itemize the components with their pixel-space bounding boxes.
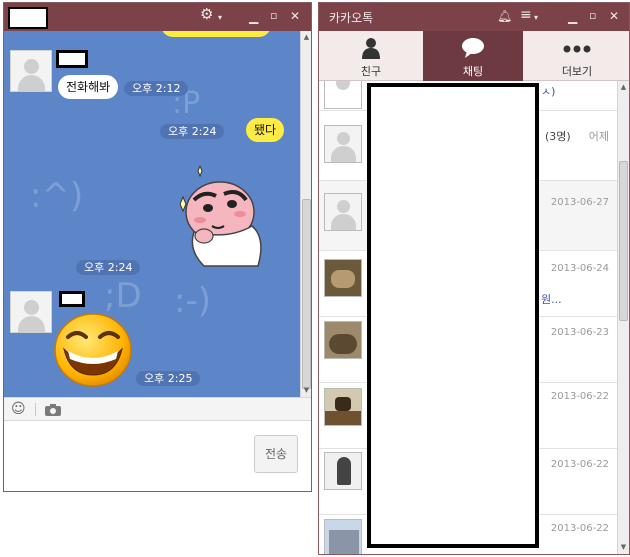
menu-icon[interactable]: ≡	[520, 7, 532, 23]
character-sticker[interactable]	[176, 164, 276, 271]
toolbar-divider	[35, 403, 36, 416]
chat-thumbnail	[324, 259, 362, 297]
message-time: 오후 2:24	[76, 260, 141, 275]
minimize-icon[interactable]: ▁	[568, 9, 577, 25]
chat-list-window: 카카오톡 🔔︎ ≡ ▾ ▁ ▫ ✕ 친구 채팅 더보기 ㅅ) (3명) 어제 2…	[318, 2, 630, 555]
person-icon	[362, 38, 380, 59]
gear-icon[interactable]: ⚙	[200, 6, 213, 22]
chat-thumbnail	[324, 452, 362, 490]
row-date: 2013-06-22	[550, 523, 609, 534]
message-area[interactable]: :^) :P ;D :-) 전화해봐 오후 2:12 오후 2:24 됐다 오후…	[4, 31, 300, 397]
chat-thumbnail	[324, 193, 362, 231]
maximize-icon[interactable]: ▫	[589, 8, 596, 24]
bell-icon[interactable]: 🔔︎	[497, 8, 512, 24]
tab-friends[interactable]: 친구	[321, 31, 421, 81]
chevron-down-icon[interactable]: ▾	[534, 10, 538, 26]
speech-bubble-icon	[462, 38, 484, 58]
chat-window: ⚙ ▾ ▁ ▫ ✕ :^) :P ;D :-) 전화해봐 오후 2:12 오후 …	[3, 2, 312, 492]
row-date: 2013-06-27	[550, 197, 609, 208]
background-decoration: ;D	[104, 276, 142, 316]
avatar[interactable]	[10, 291, 52, 333]
tab-label: 더보기	[561, 65, 593, 78]
minimize-icon[interactable]: ▁	[249, 9, 258, 25]
row-date: 2013-06-23	[550, 327, 609, 338]
emoticon-icon[interactable]: ☺	[11, 401, 26, 417]
scrollbar-thumb[interactable]	[302, 199, 311, 389]
more-dots-icon	[563, 45, 591, 53]
chat-thumbnail	[324, 321, 362, 359]
close-icon[interactable]: ✕	[609, 8, 619, 24]
list-scrollbar[interactable]: ▲ ▼	[617, 81, 629, 554]
message-time: 오후 2:25	[136, 371, 201, 386]
maximize-icon[interactable]: ▫	[270, 8, 277, 24]
message-time: 오후 2:24	[160, 124, 225, 139]
scroll-up-icon[interactable]: ▲	[618, 81, 629, 93]
tab-chats[interactable]: 채팅	[423, 31, 523, 81]
input-toolbar: ☺	[4, 397, 311, 421]
redacted-chat-names	[367, 83, 539, 548]
member-count: (3명)	[545, 130, 571, 143]
message-input[interactable]: 전송	[4, 421, 311, 491]
sender-name-redacted	[59, 291, 85, 307]
chat-partner-name-redacted	[8, 7, 48, 29]
scroll-up-icon[interactable]: ▲	[301, 31, 311, 43]
chat-thumbnail	[324, 81, 362, 109]
background-decoration: :^)	[30, 176, 84, 216]
send-button[interactable]: 전송	[254, 435, 298, 473]
row-date: 2013-06-22	[550, 391, 609, 402]
list-titlebar[interactable]: 카카오톡 🔔︎ ≡ ▾ ▁ ▫ ✕	[319, 3, 629, 31]
camera-icon[interactable]	[44, 402, 62, 421]
chevron-down-icon[interactable]: ▾	[218, 10, 222, 26]
background-decoration: :-)	[174, 281, 211, 321]
row-preview-text: 원...	[541, 293, 562, 306]
previous-message-bubble	[161, 31, 271, 37]
scroll-down-icon[interactable]: ▼	[301, 384, 311, 396]
scroll-down-icon[interactable]: ▼	[618, 541, 629, 553]
chat-thumbnail	[324, 388, 362, 426]
tab-label: 채팅	[462, 65, 484, 78]
close-icon[interactable]: ✕	[290, 8, 300, 24]
message-time: 오후 2:12	[124, 81, 189, 96]
main-tabs: 친구 채팅 더보기	[319, 31, 629, 81]
sender-name-redacted	[56, 50, 88, 68]
my-message-bubble[interactable]: 됐다	[246, 118, 285, 142]
scrollbar-thumb[interactable]	[619, 161, 628, 321]
row-date: 어제	[588, 130, 609, 143]
row-preview-text: ㅅ)	[541, 85, 556, 98]
grinning-emoticon[interactable]	[52, 311, 134, 389]
app-title: 카카오톡	[329, 11, 374, 25]
row-date: 2013-06-24	[550, 263, 609, 274]
tab-more[interactable]: 더보기	[527, 31, 627, 81]
screen: ⚙ ▾ ▁ ▫ ✕ :^) :P ;D :-) 전화해봐 오후 2:12 오후 …	[0, 0, 630, 557]
message-bubble[interactable]: 전화해봐	[58, 75, 119, 99]
grinning-emoticon-art	[54, 313, 132, 387]
character-sticker-art	[179, 164, 262, 267]
chat-titlebar[interactable]: ⚙ ▾ ▁ ▫ ✕	[4, 3, 311, 31]
chat-thumbnail	[324, 519, 362, 554]
message-scrollbar[interactable]: ▲ ▼	[300, 31, 311, 397]
tab-label: 친구	[360, 65, 382, 78]
chat-thumbnail	[324, 125, 362, 163]
avatar[interactable]	[10, 50, 52, 92]
row-date: 2013-06-22	[550, 459, 609, 470]
